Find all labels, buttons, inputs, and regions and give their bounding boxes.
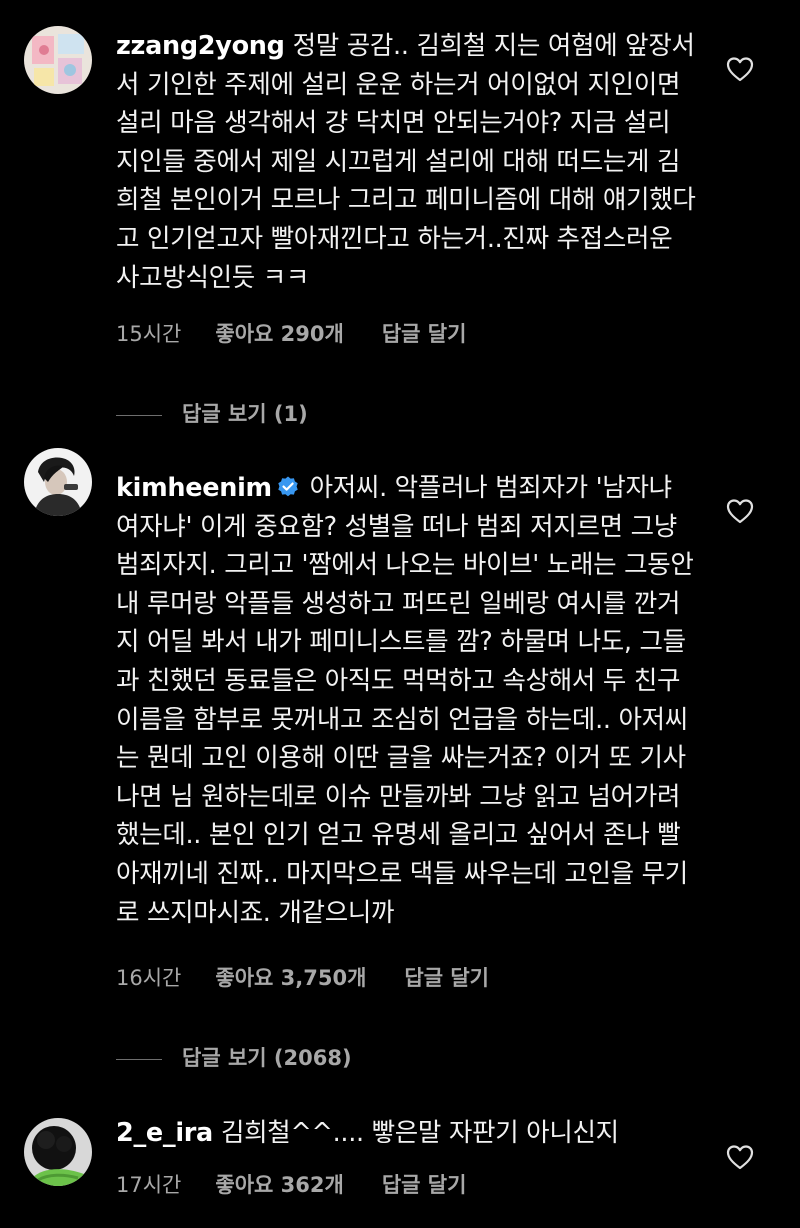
comment-text-container: 2_e_ira 김희철^^.... 빻은말 자판기 아니신지	[116, 1114, 698, 1153]
comment-text: 정말 공감.. 김희철 지는 여혐에 앞장서서 기인한 주제에 설리 운운 하는…	[116, 31, 696, 293]
avatar[interactable]	[24, 1118, 92, 1186]
comment-meta: 15시간 좋아요 290개 답글 달기	[116, 318, 466, 348]
like-button[interactable]	[726, 498, 756, 526]
avatar[interactable]	[24, 26, 92, 94]
comment-time: 17시간	[116, 1173, 182, 1197]
view-replies-button[interactable]: 답글 보기 (1)	[116, 398, 308, 428]
avatar[interactable]	[24, 448, 92, 516]
heart-icon	[726, 57, 754, 82]
comment-likes[interactable]: 좋아요 3,750개	[215, 962, 366, 992]
heart-icon	[726, 499, 754, 524]
comment-text-container: kimheenim 아저씨. 악플러나 범죄자가 '남자냐 여자냐' 이게 중요…	[116, 469, 698, 932]
reply-button[interactable]: 답글 달기	[404, 962, 489, 992]
view-replies-label: 답글 보기 (2068)	[182, 1046, 352, 1070]
comment-likes[interactable]: 좋아요 290개	[215, 318, 343, 348]
comment-username[interactable]: zzang2yong	[116, 31, 285, 61]
view-replies-button[interactable]: 답글 보기 (2068)	[116, 1042, 352, 1072]
reply-button[interactable]: 답글 달기	[382, 1169, 467, 1199]
comment-meta: 17시간 좋아요 362개 답글 달기	[116, 1169, 466, 1199]
comment-time: 16시간	[116, 966, 182, 990]
heart-icon	[726, 1145, 754, 1170]
view-replies-label: 답글 보기 (1)	[182, 402, 308, 426]
comment-text-container: zzang2yong 정말 공감.. 김희철 지는 여혐에 앞장서서 기인한 주제…	[116, 27, 698, 297]
comment-text: 김희철^^.... 빻은말 자판기 아니신지	[220, 1118, 619, 1148]
verified-badge-icon	[276, 475, 300, 499]
like-button[interactable]	[726, 56, 756, 84]
comment-time: 15시간	[116, 322, 182, 346]
like-button[interactable]	[726, 1144, 756, 1172]
divider-line	[116, 414, 162, 416]
comment-likes[interactable]: 좋아요 362개	[215, 1169, 343, 1199]
divider-line	[116, 1058, 162, 1060]
comment-username[interactable]: 2_e_ira	[116, 1118, 213, 1148]
reply-button[interactable]: 답글 달기	[382, 318, 467, 348]
comment-username[interactable]: kimheenim	[116, 473, 272, 503]
comment-text: 아저씨. 악플러나 범죄자가 '남자냐 여자냐' 이게 중요함? 성별을 떠나 …	[116, 473, 694, 928]
comment-meta: 16시간 좋아요 3,750개 답글 달기	[116, 962, 489, 992]
